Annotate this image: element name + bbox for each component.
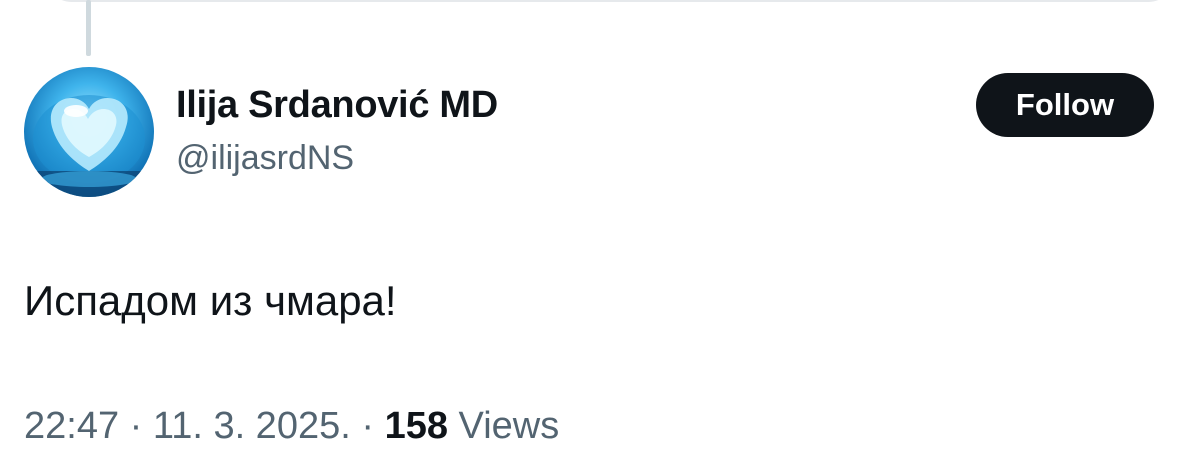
tweet-date[interactable]: 11. 3. 2025. xyxy=(153,405,351,447)
author-handle[interactable]: @ilijasrdNS xyxy=(176,139,354,178)
views-count[interactable]: 158 xyxy=(385,405,448,447)
avatar-image xyxy=(24,95,154,197)
tweet-time[interactable]: 22:47 xyxy=(24,405,119,447)
thread-connector-line xyxy=(86,0,91,56)
author-display-name[interactable]: Ilija Srdanović MD xyxy=(176,84,498,127)
avatar[interactable] xyxy=(24,67,154,197)
meta-separator: · xyxy=(350,405,385,447)
tweet-meta: 22:47 · 11. 3. 2025. · 158 Views xyxy=(24,405,559,448)
views-label[interactable]: Views xyxy=(459,405,560,447)
tweet-text: Испадом из чмара! xyxy=(24,277,397,324)
follow-button[interactable]: Follow xyxy=(976,73,1154,137)
previous-card-edge xyxy=(44,0,1176,2)
meta-separator: · xyxy=(119,405,153,447)
